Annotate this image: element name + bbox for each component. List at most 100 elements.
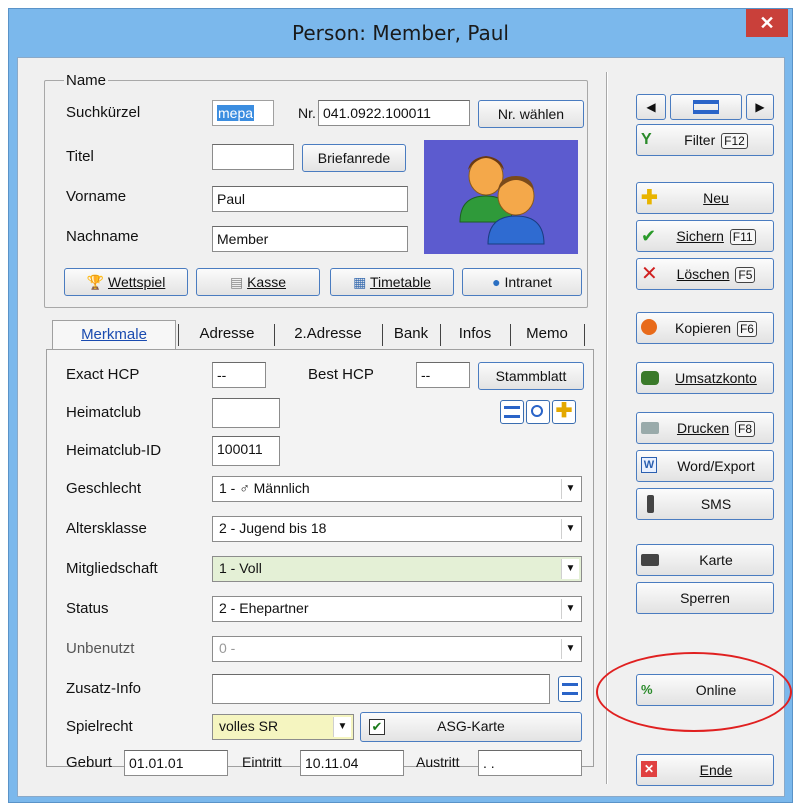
exact-hcp-input[interactable]: -- [212, 362, 266, 388]
heimatclub-input[interactable] [212, 398, 280, 428]
word-export-label: Word/Export [677, 458, 755, 474]
titel-input[interactable] [212, 144, 294, 170]
chevron-down-icon: ▼ [561, 519, 579, 539]
nr-waehlen-button[interactable]: Nr. wählen [478, 100, 584, 128]
suchkuerzel-input[interactable]: mepa [212, 100, 274, 126]
filter-icon: Y [641, 131, 652, 148]
geburt-label: Geburt [66, 754, 112, 771]
tab-separator [178, 324, 179, 346]
vorname-input[interactable]: Paul [212, 186, 408, 212]
best-hcp-input[interactable]: -- [416, 362, 470, 388]
intranet-label: Intranet [504, 274, 552, 290]
nachname-input[interactable]: Member [212, 226, 408, 252]
neu-label: Neu [703, 190, 729, 206]
avatar [424, 140, 578, 254]
nr-input[interactable]: 041.0922.100011 [318, 100, 470, 126]
tab-separator [510, 324, 511, 346]
sms-button[interactable]: SMS [636, 488, 774, 520]
spielrecht-select[interactable]: volles SR ▼ [212, 714, 354, 740]
karte-label: Karte [699, 552, 733, 568]
loeschen-shortcut: F5 [735, 267, 756, 283]
vorname-label: Vorname [66, 188, 127, 205]
card-reader-icon [641, 554, 659, 566]
tab-infos[interactable]: Infos [442, 320, 508, 348]
highlight-circle [596, 652, 792, 732]
tab-adresse[interactable]: Adresse [180, 320, 274, 348]
stammblatt-button[interactable]: Stammblatt [478, 362, 584, 390]
intranet-button[interactable]: ● Intranet [462, 268, 582, 296]
asg-karte-label: ASG-Karte [437, 718, 505, 734]
trophy-icon: 🏆 [86, 274, 105, 290]
kasse-button[interactable]: ▤ Kasse [196, 268, 320, 296]
asg-karte-button[interactable]: ✔ ASG-Karte [360, 712, 582, 742]
zusatz-info-input[interactable] [212, 674, 550, 704]
geburt-input[interactable]: 01.01.01 [124, 750, 228, 776]
altersklasse-select[interactable]: 2 - Jugend bis 18 ▼ [212, 516, 582, 542]
sichern-button[interactable]: ✔ Sichern F11 [636, 220, 774, 252]
sichern-shortcut: F11 [729, 229, 756, 245]
list-icon[interactable] [500, 400, 524, 424]
title-bar[interactable]: Person: Member, Paul ✕ [9, 9, 792, 57]
eintritt-label: Eintritt [242, 754, 282, 770]
tab-2-adresse[interactable]: 2.Adresse [276, 320, 380, 348]
sperren-label: Sperren [680, 590, 730, 606]
previous-record-button[interactable]: ◀ [636, 94, 666, 120]
neu-button[interactable]: ✚ Neu [636, 182, 774, 214]
wettspiel-button[interactable]: 🏆 Wettspiel [64, 268, 188, 296]
search-icon[interactable] [526, 400, 550, 424]
list-icon [693, 100, 719, 114]
chevron-down-icon: ▼ [561, 559, 579, 579]
list-icon[interactable] [558, 676, 582, 702]
drucken-label: Drucken [676, 420, 730, 436]
timetable-button[interactable]: ▦ Timetable [330, 268, 454, 296]
filter-label: Filter [684, 132, 716, 148]
sichern-label: Sichern [676, 228, 724, 244]
printer-icon [641, 422, 659, 434]
chevron-left-icon: ◀ [646, 100, 656, 114]
status-label: Status [66, 600, 109, 617]
heimatclub-id-label: Heimatclub-ID [66, 442, 162, 459]
add-icon[interactable]: ✚ [552, 400, 576, 424]
tab-separator [382, 324, 383, 346]
austritt-label: Austritt [416, 754, 460, 770]
tab-merkmale[interactable]: Merkmale [52, 320, 176, 350]
unbenutzt-select[interactable]: 0 - ▼ [212, 636, 582, 662]
next-record-button[interactable]: ▶ [746, 94, 774, 120]
ende-button[interactable]: ✕ Ende [636, 754, 774, 786]
close-button[interactable]: ✕ [746, 9, 788, 37]
add-icon: ✚ [641, 187, 658, 209]
exit-icon: ✕ [641, 761, 657, 777]
status-select[interactable]: 2 - Ehepartner ▼ [212, 596, 582, 622]
exact-hcp-label: Exact HCP [66, 366, 140, 383]
umsatzkonto-button[interactable]: Umsatzkonto [636, 362, 774, 394]
eintritt-input[interactable]: 10.11.04 [300, 750, 404, 776]
name-group-legend: Name [64, 72, 109, 89]
tab-memo[interactable]: Memo [512, 320, 582, 348]
drucken-shortcut: F8 [735, 421, 756, 437]
tab-separator [440, 324, 441, 346]
briefanrede-button[interactable]: Briefanrede [302, 144, 406, 172]
mobile-phone-icon [647, 495, 654, 513]
word-export-button[interactable]: W Word/Export [636, 450, 774, 482]
filter-button[interactable]: Y Filter F12 [636, 124, 774, 156]
karte-button[interactable]: Karte [636, 544, 774, 576]
chevron-down-icon: ▼ [561, 599, 579, 619]
austritt-input[interactable]: . . [478, 750, 582, 776]
heimatclub-id-input[interactable]: 100011 [212, 436, 280, 466]
geschlecht-value: 1 - ♂ Männlich [219, 480, 310, 496]
tab-bank[interactable]: Bank [384, 320, 438, 348]
loeschen-button[interactable]: ✕ Löschen F5 [636, 258, 774, 290]
sms-label: SMS [700, 496, 732, 512]
kopieren-shortcut: F6 [736, 321, 757, 337]
asg-checkbox[interactable]: ✔ [369, 719, 385, 735]
sperren-button[interactable]: Sperren [636, 582, 774, 614]
copy-icon [641, 319, 657, 335]
money-icon [641, 371, 659, 385]
geschlecht-select[interactable]: 1 - ♂ Männlich ▼ [212, 476, 582, 502]
chevron-down-icon: ▼ [561, 639, 579, 659]
heimatclub-label: Heimatclub [66, 404, 142, 421]
record-list-button[interactable] [670, 94, 742, 120]
kopieren-button[interactable]: Kopieren F6 [636, 312, 774, 344]
mitgliedschaft-select[interactable]: 1 - Voll ▼ [212, 556, 582, 582]
drucken-button[interactable]: Drucken F8 [636, 412, 774, 444]
